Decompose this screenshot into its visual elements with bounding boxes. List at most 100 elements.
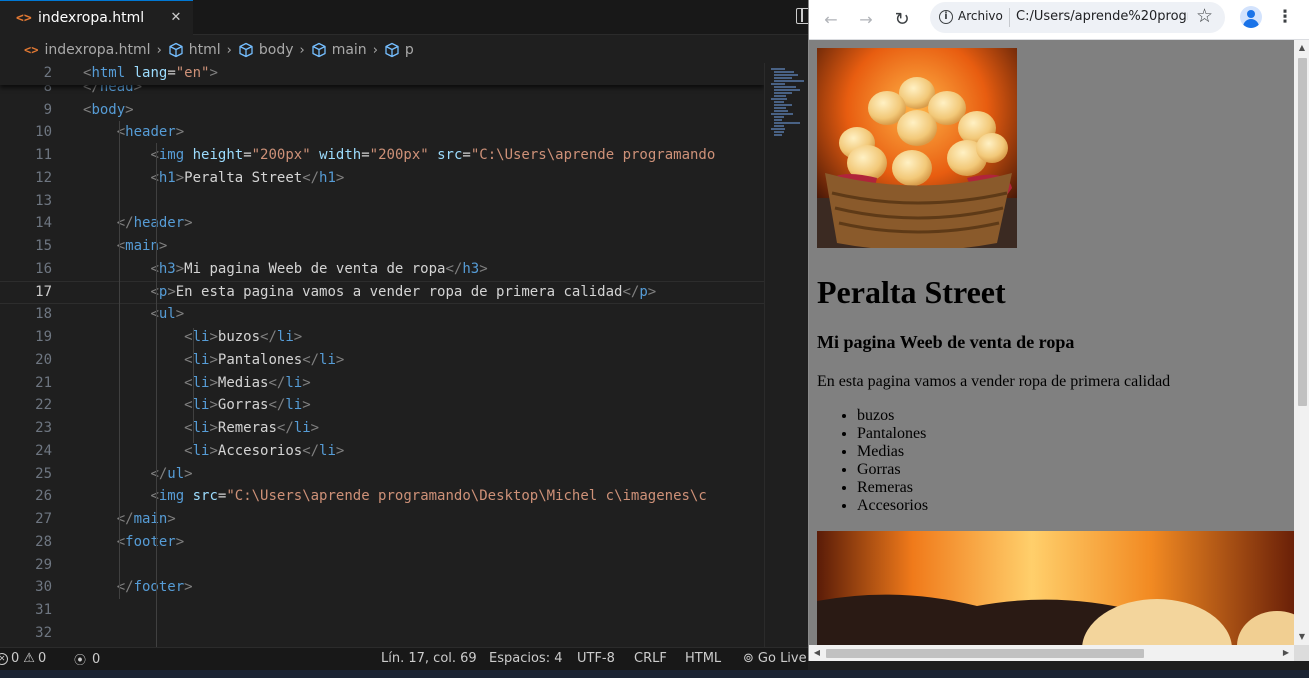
broadcast-icon: ⦿ — [74, 653, 87, 667]
minimap-line — [774, 95, 786, 97]
line-number: 13 — [35, 193, 52, 209]
code-line[interactable]: 12 <h1>Peralta Street</h1> — [0, 167, 764, 190]
reload-icon[interactable]: ↻ — [888, 6, 916, 34]
breadcrumb-label: body — [258, 42, 294, 58]
code-line[interactable]: 9 <body> — [0, 99, 764, 122]
minimap-line — [774, 104, 792, 106]
scroll-left-icon[interactable]: ◀ — [809, 645, 825, 661]
code-line[interactable]: 28 <footer> — [0, 531, 764, 554]
code-line[interactable]: 19 <li>buzos</li> — [0, 326, 764, 349]
code-line[interactable]: 30 </footer> — [0, 576, 764, 599]
line-ending[interactable]: CRLF — [634, 651, 667, 666]
code-line[interactable]: 13 — [0, 190, 764, 213]
close-icon[interactable]: ✕ — [167, 9, 185, 27]
horizontal-scroll-thumb[interactable] — [826, 649, 1144, 658]
minimap-line — [774, 110, 788, 112]
minimap-line — [774, 71, 794, 73]
minimap-line — [774, 107, 786, 109]
code-line[interactable]: 17 <p>En esta pagina vamos a vender ropa… — [0, 281, 764, 304]
breadcrumb-item-html[interactable]: html — [168, 42, 221, 58]
page-subheading: Mi pagina Weeb de venta de ropa — [817, 332, 1075, 352]
code-line[interactable]: 29 — [0, 554, 764, 577]
minimap-line — [771, 83, 785, 85]
minimap[interactable] — [764, 63, 808, 647]
go-live-button[interactable]: ⊚ Go Live — [743, 651, 807, 666]
breadcrumb-item-p[interactable]: p — [384, 42, 414, 58]
line-number: 26 — [35, 488, 52, 504]
code-line[interactable]: 11 <img height="200px" width="200px" src… — [0, 144, 764, 167]
code-editor[interactable]: 2 <html lang="en"> 8 </head> 9 <body> 10 <head… — [0, 63, 764, 647]
code-line[interactable]: 14 </header> — [0, 212, 764, 235]
bread-basket-image — [817, 48, 1017, 248]
code-line[interactable]: 24 <li>Accesorios</li> — [0, 440, 764, 463]
line-number: 20 — [35, 352, 52, 368]
breadcrumb-item-body[interactable]: body — [238, 42, 294, 58]
scroll-right-icon[interactable]: ▶ — [1278, 645, 1294, 661]
forward-arrow-icon[interactable]: → — [852, 6, 880, 34]
code-line[interactable]: 22 <li>Gorras</li> — [0, 394, 764, 417]
info-icon[interactable]: i — [939, 10, 953, 24]
code-line[interactable]: 16 <h3>Mi pagina Weeb de venta de ropa</… — [0, 258, 764, 281]
minimap-line — [774, 80, 804, 82]
ports-indicator[interactable]: ⦿ 0 — [74, 651, 100, 668]
code-text: <header> — [116, 124, 185, 140]
code-text: <h3>Mi pagina Weeb de venta de ropa</h3> — [150, 261, 488, 277]
editor-tab-indexropa[interactable]: <> indexropa.html ✕ — [0, 0, 193, 35]
problems-indicator[interactable]: ✕ 0 ⚠ 0 — [0, 651, 46, 666]
code-text: <p>En esta pagina vamos a vender ropa de… — [150, 284, 657, 300]
code-text: </main> — [116, 511, 176, 527]
address-bar[interactable]: i Archivo C:/Users/aprende%20programando… — [930, 2, 1225, 33]
line-number: 23 — [35, 420, 52, 436]
list-item: Accesorios — [857, 497, 928, 515]
editor-tab-bar: <> indexropa.html ✕ — [0, 0, 810, 35]
line-number: 22 — [35, 397, 52, 413]
status-bar: ✕ 0 ⚠ 0 ⦿ 0 Lín. 17, col. 69 Espacios: 4… — [0, 647, 808, 670]
breadcrumb-label: html — [188, 42, 221, 58]
scroll-down-icon[interactable]: ▼ — [1294, 629, 1309, 645]
code-text: <li>Medias</li> — [184, 375, 311, 391]
line-number: 15 — [35, 238, 52, 254]
code-line[interactable]: 26 <img src="C:\Users\aprende programand… — [0, 485, 764, 508]
error-count: 0 — [11, 651, 20, 666]
chevron-right-icon: › — [299, 42, 305, 58]
minimap-line — [774, 101, 784, 103]
line-number: 10 — [35, 124, 52, 140]
code-line[interactable]: 23 <li>Remeras</li> — [0, 417, 764, 440]
minimap-line — [774, 77, 792, 79]
code-line[interactable]: 2 <html lang="en"> — [0, 63, 764, 85]
code-line[interactable]: 21 <li>Medias</li> — [0, 372, 764, 395]
bookmark-star-icon[interactable]: ☆ — [1196, 5, 1213, 27]
indent-guide — [193, 328, 194, 443]
cube-icon — [168, 42, 184, 58]
indentation[interactable]: Espacios: 4 — [489, 651, 562, 666]
page-viewport[interactable]: Peralta Street Mi pagina Weeb de venta d… — [809, 40, 1294, 645]
vertical-scrollbar[interactable]: ▲ ▼ — [1294, 40, 1309, 645]
code-line[interactable]: 18 <ul> — [0, 303, 764, 326]
code-line[interactable]: 15 <main> — [0, 235, 764, 258]
code-line[interactable]: 32 — [0, 622, 764, 645]
vertical-scroll-thumb[interactable] — [1298, 58, 1307, 406]
more-menu-icon[interactable]: ⋮ — [1275, 6, 1295, 30]
code-line[interactable]: 10 <header> — [0, 121, 764, 144]
horizontal-scrollbar[interactable]: ◀ ▶ — [809, 645, 1294, 661]
scroll-up-icon[interactable]: ▲ — [1294, 40, 1309, 56]
minimap-line — [774, 122, 800, 124]
browser-window: ← → ↻ i Archivo C:/Users/aprende%20progr… — [808, 0, 1309, 661]
breadcrumb-item-indexropa-html[interactable]: <> indexropa.html — [24, 42, 151, 58]
code-line[interactable]: 31 — [0, 599, 764, 622]
cursor-position[interactable]: Lín. 17, col. 69 — [381, 651, 477, 666]
code-line[interactable]: 25 </ul> — [0, 463, 764, 486]
back-arrow-icon[interactable]: ← — [817, 6, 845, 34]
ports-count: 0 — [92, 652, 101, 667]
encoding[interactable]: UTF-8 — [577, 651, 615, 666]
profile-avatar-icon[interactable] — [1240, 6, 1262, 28]
minimap-line — [774, 125, 784, 127]
code-line[interactable]: 27 </main> — [0, 508, 764, 531]
indent-guide — [119, 121, 120, 599]
code-line[interactable]: 20 <li>Pantalones</li> — [0, 349, 764, 372]
breadcrumb-item-main[interactable]: main — [311, 42, 367, 58]
url-text[interactable]: C:/Users/aprende%20programando/Desktop/M… — [1016, 9, 1188, 24]
line-number: 9 — [43, 102, 52, 118]
language-mode[interactable]: HTML — [685, 651, 721, 666]
html-file-icon: <> — [24, 43, 39, 57]
